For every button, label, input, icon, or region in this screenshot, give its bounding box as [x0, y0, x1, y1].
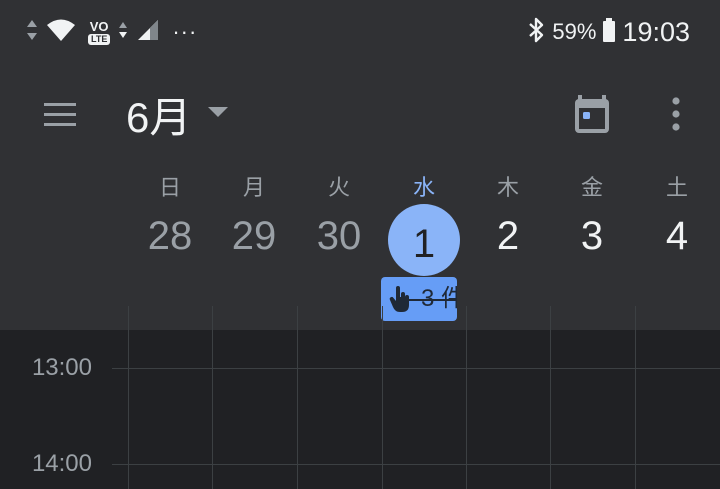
column-divider — [212, 306, 213, 489]
column-divider — [466, 306, 467, 489]
day-number: 1 — [412, 222, 436, 266]
status-bar: VO LTE ··· 59% 19:03 — [0, 0, 720, 66]
day-number: 2 — [496, 214, 520, 258]
day-column-header[interactable]: 月 29 — [212, 164, 296, 274]
day-number: 3 — [580, 214, 604, 258]
month-label: 6月 — [126, 93, 192, 141]
clock: 19:03 — [622, 16, 690, 47]
day-column-header[interactable]: 火 30 — [297, 164, 381, 274]
hour-line — [112, 368, 720, 369]
more-options-button[interactable] — [662, 92, 690, 136]
day-of-week: 月 — [242, 175, 265, 200]
day-column-header[interactable]: 木 2 — [466, 164, 550, 274]
day-of-week: 木 — [496, 175, 519, 200]
data-activity-icon — [26, 18, 38, 47]
column-divider — [550, 306, 551, 489]
day-of-week: 日 — [158, 175, 181, 200]
cell-signal-icon — [136, 18, 160, 47]
hour-label: 13:00 — [31, 354, 92, 381]
day-column-header[interactable]: 金 3 — [550, 164, 634, 274]
column-divider — [128, 306, 129, 489]
hour-line — [112, 464, 720, 465]
all-day-events-chip[interactable]: 3 件 — [381, 277, 457, 321]
mobile-data-activity-icon — [118, 18, 128, 47]
today-button[interactable] — [570, 92, 614, 136]
volte-top-label: VO — [89, 18, 109, 34]
menu-icon — [40, 103, 80, 138]
dropdown-arrow-icon — [207, 105, 229, 124]
day-of-week: 火 — [327, 175, 350, 200]
volte-icon: VO LTE — [88, 18, 111, 45]
day-column-header-today[interactable]: 水 1 — [382, 164, 466, 276]
day-of-week: 水 — [412, 175, 435, 200]
day-number: 28 — [147, 214, 193, 258]
column-divider — [297, 306, 298, 489]
day-column-header[interactable]: 日 28 — [128, 164, 212, 274]
day-column-header[interactable]: 土 4 — [635, 164, 719, 274]
wifi-icon — [46, 18, 76, 47]
day-of-week: 金 — [580, 175, 603, 200]
app-bar: 6月 — [0, 66, 720, 164]
hour-label: 14:00 — [31, 450, 92, 477]
column-divider — [635, 306, 636, 489]
week-day-header: 日 28 月 29 火 30 水 1 木 2 金 3 土 4 — [128, 164, 720, 276]
month-selector[interactable]: 6月 — [126, 84, 229, 144]
day-number: 4 — [665, 214, 689, 258]
battery-percent: 59% — [552, 19, 597, 44]
day-number: 29 — [231, 214, 277, 258]
today-calendar-icon — [570, 95, 614, 140]
strikethrough-line — [409, 299, 457, 301]
day-of-week: 土 — [665, 175, 688, 200]
volte-bottom-label: LTE — [88, 33, 111, 45]
more-notifications-indicator: ··· — [172, 19, 198, 44]
more-vert-icon — [662, 97, 690, 140]
battery-icon — [602, 17, 616, 48]
bluetooth-icon — [526, 17, 546, 48]
day-number: 30 — [316, 214, 362, 258]
time-grid[interactable]: 13:00 14:00 — [0, 306, 720, 489]
menu-button[interactable] — [40, 94, 88, 134]
column-divider — [382, 306, 383, 489]
